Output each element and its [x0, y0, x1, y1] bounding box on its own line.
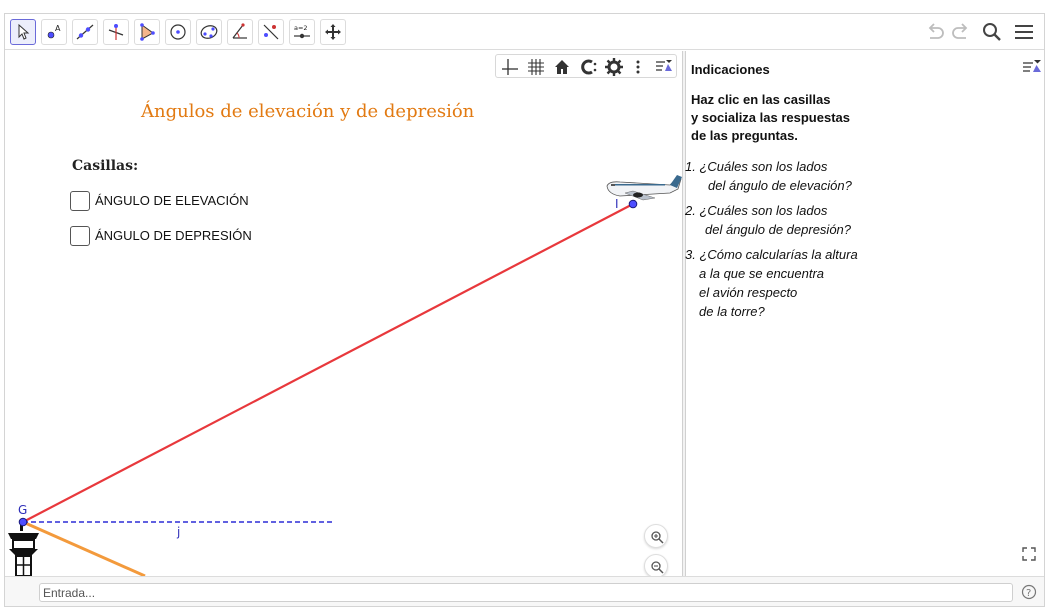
style-bar-icon — [1023, 60, 1041, 72]
orange-line — [22, 520, 146, 576]
circle-tool-button[interactable] — [165, 19, 191, 45]
graphics-style-bar — [495, 54, 677, 78]
arrow-cursor-icon — [18, 23, 30, 40]
panel-intro: Haz clic en las casillas y socializa las… — [691, 91, 850, 145]
checkbox-box[interactable] — [70, 191, 90, 211]
question-2: 2. ¿Cuáles son los lados del ángulo de d… — [685, 201, 858, 239]
intro-line: y socializa las respuestas — [691, 110, 850, 125]
question-line: 1. ¿Cuáles son los lados — [685, 159, 828, 174]
instructions-panel: Indicaciones Haz clic en las casillas y … — [685, 51, 1044, 576]
style-bar-icon — [656, 60, 672, 71]
question-line: a la que se encuentra — [699, 266, 825, 281]
undo-icon — [928, 23, 944, 39]
reflect-icon — [263, 24, 279, 40]
search-button[interactable] — [980, 20, 1004, 44]
help-button[interactable]: ? — [1021, 584, 1037, 600]
axes-toggle-button[interactable] — [500, 57, 520, 77]
question-line: 2. ¿Cuáles son los lados — [685, 203, 828, 218]
polygon-tool-button[interactable] — [134, 19, 160, 45]
geogebra-app: A a=2 G I j Ángulos de elevación y de de… — [4, 13, 1045, 607]
grid-icon — [528, 59, 544, 75]
help-icon: ? — [1021, 584, 1037, 600]
more-options-button[interactable] — [628, 57, 648, 77]
algebra-input-field[interactable]: Entrada... — [39, 583, 1013, 602]
main-menu-button[interactable] — [1012, 20, 1036, 44]
fullscreen-icon — [1022, 547, 1036, 561]
magnet-icon — [581, 59, 597, 75]
question-1: 1. ¿Cuáles son los lados del ángulo de e… — [685, 157, 858, 195]
point-i-label: I — [615, 197, 619, 211]
control-tower-icon — [8, 521, 39, 576]
angle-icon — [232, 23, 247, 39]
point-i[interactable] — [628, 199, 638, 209]
line-icon — [76, 24, 94, 40]
circle-icon — [170, 24, 186, 40]
input-bar: Entrada... ? — [5, 576, 1044, 606]
graphics-view[interactable]: G I j Ángulos de elevación y de depresió… — [5, 51, 682, 576]
construction-canvas: G I j — [8, 175, 682, 576]
panel-heading: Indicaciones — [691, 62, 770, 77]
panel-style-bar-button[interactable] — [1021, 57, 1043, 79]
zoom-out-icon — [651, 561, 664, 574]
question-line: del ángulo de depresión? — [705, 222, 852, 237]
hamburger-menu-icon — [1015, 25, 1033, 39]
gear-icon — [605, 58, 623, 76]
move-arrows-icon — [325, 24, 341, 40]
checkboxes-heading: Casillas: — [72, 158, 139, 174]
question-line: 3. ¿Cómo calcularías la altura — [685, 247, 858, 262]
search-icon — [983, 23, 1001, 41]
point-capture-button[interactable] — [578, 57, 598, 77]
slider-icon: a=2 — [294, 24, 310, 39]
zoom-in-icon — [651, 531, 664, 544]
axes-icon — [502, 59, 518, 75]
undo-button[interactable] — [923, 20, 947, 44]
page-title: Ángulos de elevación y de depresión — [141, 101, 475, 122]
point-a-icon: A — [47, 24, 61, 39]
point-g-label: G — [18, 503, 27, 517]
checkbox-box[interactable] — [70, 226, 90, 246]
angle-tool-button[interactable] — [227, 19, 253, 45]
line-tool-button[interactable] — [72, 19, 98, 45]
question-3: 3. ¿Cómo calcularías la altura a la que … — [685, 245, 858, 321]
grid-toggle-button[interactable] — [526, 57, 546, 77]
line-j-label: j — [176, 525, 180, 539]
reflect-tool-button[interactable] — [258, 19, 284, 45]
zoom-in-button[interactable] — [644, 524, 668, 548]
checkbox-label: ÁNGULO DE ELEVACIÓN — [95, 193, 249, 208]
redo-icon — [952, 23, 968, 39]
conic-tool-button[interactable] — [196, 19, 222, 45]
toolbar: A a=2 — [5, 14, 1044, 50]
style-bar-toggle-button[interactable] — [654, 57, 674, 77]
fullscreen-button[interactable] — [1021, 546, 1037, 562]
intro-line: Haz clic en las casillas — [691, 92, 831, 107]
checkbox-label: ÁNGULO DE DEPRESIÓN — [95, 228, 252, 243]
move-graphics-tool-button[interactable] — [320, 19, 346, 45]
slider-tool-button[interactable]: a=2 — [289, 19, 315, 45]
intro-line: de las preguntas. — [691, 128, 798, 143]
questions-list: 1. ¿Cuáles son los lados del ángulo de e… — [685, 157, 858, 327]
home-icon — [555, 60, 569, 74]
point-g[interactable] — [18, 517, 28, 527]
red-line-of-sight — [22, 203, 634, 523]
vertical-dots-icon — [636, 60, 640, 74]
question-line: el avión respecto — [699, 285, 798, 300]
move-tool-button[interactable] — [10, 19, 36, 45]
point-tool-button[interactable]: A — [41, 19, 67, 45]
svg-text:?: ? — [1026, 588, 1031, 599]
svg-text:A: A — [55, 24, 61, 33]
question-line: de la torre? — [699, 304, 765, 319]
home-view-button[interactable] — [552, 57, 572, 77]
redo-button[interactable] — [949, 20, 973, 44]
zoom-out-button[interactable] — [644, 554, 668, 576]
perpendicular-tool-button[interactable] — [103, 19, 129, 45]
ellipse-icon — [200, 25, 218, 39]
settings-button[interactable] — [604, 57, 624, 77]
slider-icon-label: a=2 — [294, 24, 308, 32]
polygon-icon — [140, 23, 155, 41]
question-line: del ángulo de elevación? — [708, 178, 852, 193]
perpendicular-icon — [108, 24, 124, 40]
